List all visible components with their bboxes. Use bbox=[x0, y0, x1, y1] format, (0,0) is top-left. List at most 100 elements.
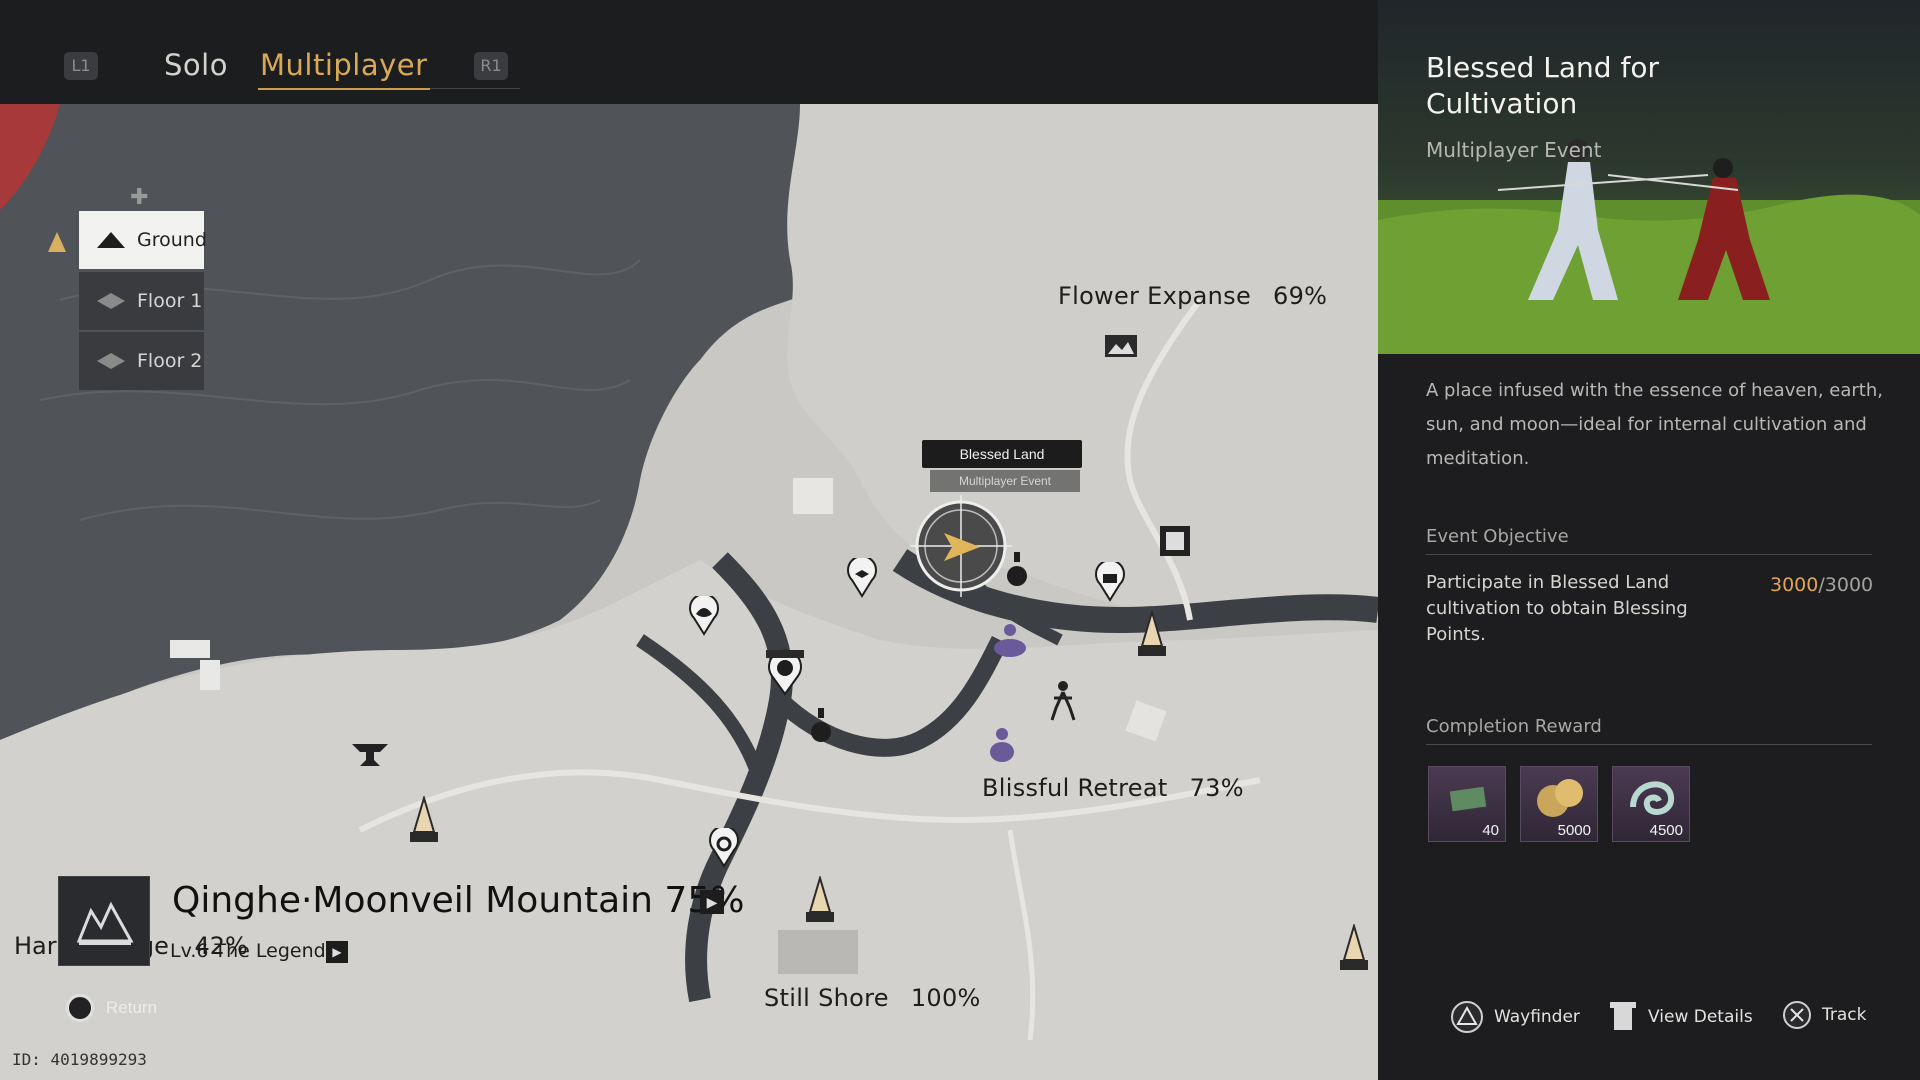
coins-icon bbox=[1537, 779, 1583, 817]
reward-item[interactable]: 5000 bbox=[1520, 766, 1598, 842]
map-scroll-icon bbox=[1449, 786, 1487, 812]
bird-marker[interactable] bbox=[846, 555, 878, 598]
triangle-button-icon bbox=[1451, 1001, 1483, 1033]
reward-quantity: 40 bbox=[1482, 822, 1499, 839]
reward-item[interactable]: 40 bbox=[1428, 766, 1506, 842]
objective-progress-current: 3000 bbox=[1770, 574, 1819, 596]
floor-pointer-icon bbox=[48, 232, 66, 252]
meditating-figure-marker-2[interactable] bbox=[984, 724, 1020, 764]
fighter-marker[interactable] bbox=[1046, 678, 1080, 722]
notice-board-icon bbox=[1160, 526, 1190, 556]
details-icon bbox=[1610, 1002, 1636, 1030]
l1-button-icon[interactable]: L1 bbox=[64, 52, 98, 80]
picture-marker[interactable] bbox=[1104, 334, 1138, 358]
floor-label: Floor 1 bbox=[137, 290, 203, 312]
scroll-board-marker[interactable] bbox=[1156, 520, 1196, 560]
reward-item[interactable]: 4500 bbox=[1612, 766, 1690, 842]
jade-swirl-icon bbox=[1630, 781, 1674, 815]
tab-multiplayer[interactable]: Multiplayer bbox=[260, 48, 428, 82]
action-label: View Details bbox=[1648, 1007, 1753, 1027]
region-percent: 73% bbox=[1189, 774, 1244, 802]
wayfinder-button[interactable]: Wayfinder bbox=[1450, 1000, 1580, 1034]
tab-solo[interactable]: Solo bbox=[164, 48, 228, 82]
reward-heading: Completion Reward bbox=[1426, 716, 1602, 737]
meditating-figure-marker[interactable] bbox=[990, 620, 1030, 660]
vase-marker[interactable] bbox=[810, 706, 832, 746]
current-region-title: Qinghe·Moonveil Mountain 75% bbox=[172, 880, 744, 921]
flask-icon bbox=[1007, 552, 1027, 586]
layer-icon bbox=[95, 291, 127, 311]
waypoint-marker-1[interactable] bbox=[404, 794, 444, 846]
selected-marker-title: Blessed Land bbox=[922, 440, 1082, 468]
vase-icon bbox=[811, 708, 831, 742]
gourd-marker[interactable] bbox=[1006, 550, 1028, 590]
shop-pin-icon bbox=[1095, 559, 1125, 602]
meditation-icon bbox=[990, 728, 1014, 762]
section-divider bbox=[1426, 554, 1872, 555]
fighter-icon bbox=[1050, 681, 1076, 721]
floor-label: Floor 2 bbox=[137, 350, 203, 372]
region-percent: 100% bbox=[910, 984, 981, 1012]
region-label-still-shore: Still Shore 100% bbox=[764, 984, 981, 1012]
player-id: ID: 4019899293 bbox=[12, 1050, 147, 1069]
return-button[interactable]: Return bbox=[66, 994, 157, 1022]
view-details-button[interactable]: View Details bbox=[1608, 1000, 1753, 1034]
dpad-icon: ✚ bbox=[130, 184, 149, 209]
floor-option-ground[interactable]: Ground bbox=[79, 211, 207, 269]
r1-button-icon[interactable]: R1 bbox=[474, 52, 508, 80]
landscape-icon bbox=[1105, 335, 1137, 357]
bird-pin-icon bbox=[847, 555, 877, 598]
region-name: Blissful Retreat bbox=[982, 774, 1168, 802]
action-label: Wayfinder bbox=[1494, 1007, 1580, 1027]
waypoint-shrine-icon bbox=[1340, 922, 1368, 970]
event-title: Blessed Land for Cultivation bbox=[1426, 51, 1659, 120]
waypoint-marker-3[interactable] bbox=[1334, 922, 1374, 974]
objective-progress: 3000/3000 bbox=[1770, 574, 1873, 596]
region-expand-button[interactable]: ▶ bbox=[700, 890, 724, 914]
waypoint-shrine-icon bbox=[806, 874, 834, 922]
event-description: A place infused with the essence of heav… bbox=[1426, 380, 1883, 469]
event-detail-panel: Blessed Land for Cultivation Multiplayer… bbox=[1378, 0, 1920, 1080]
section-divider bbox=[1426, 744, 1872, 745]
waypoint-shrine-icon bbox=[1138, 608, 1166, 656]
waypoint-shrine-icon bbox=[410, 794, 438, 842]
region-name: Qinghe·Moonveil Mountain bbox=[172, 880, 653, 921]
action-label: Track bbox=[1822, 1005, 1867, 1025]
tab-divider bbox=[430, 88, 520, 89]
wayfinder-player-marker[interactable] bbox=[910, 495, 1012, 597]
circle-button-icon bbox=[66, 994, 94, 1022]
compass-ring-icon bbox=[910, 495, 1012, 597]
reward-quantity: 4500 bbox=[1649, 822, 1683, 839]
floor-option-2[interactable]: Floor 2 bbox=[79, 332, 204, 390]
spiral-pin-icon bbox=[709, 825, 739, 868]
region-level: Lv.6 The Legend bbox=[170, 940, 326, 962]
mask-pin-icon bbox=[766, 649, 804, 696]
region-emblem[interactable] bbox=[58, 876, 150, 966]
level-expand-button[interactable]: ▶ bbox=[326, 941, 348, 963]
event-type: Multiplayer Event bbox=[1426, 138, 1602, 162]
mask-marker[interactable] bbox=[762, 648, 808, 696]
region-name: Flower Expanse bbox=[1058, 282, 1252, 310]
spiral-marker[interactable] bbox=[708, 825, 740, 868]
layer-icon bbox=[95, 351, 127, 371]
anvil-marker[interactable] bbox=[350, 740, 390, 768]
lotus-marker[interactable] bbox=[688, 593, 720, 636]
mode-tab-bar: L1 Solo Multiplayer R1 bbox=[0, 0, 1378, 104]
region-label-blissful-retreat: Blissful Retreat 73% bbox=[982, 774, 1244, 802]
region-name: Still Shore bbox=[764, 984, 889, 1012]
anvil-icon bbox=[352, 744, 388, 766]
objective-text: Participate in Blessed Land cultivation … bbox=[1426, 572, 1688, 645]
mountain-layer-icon bbox=[95, 230, 127, 250]
shop-marker[interactable] bbox=[1094, 559, 1126, 602]
region-percent: 69% bbox=[1273, 282, 1328, 310]
floor-label: Ground bbox=[137, 229, 207, 251]
objective-heading: Event Objective bbox=[1426, 526, 1569, 547]
reward-quantity: 5000 bbox=[1557, 822, 1591, 839]
waypoint-marker-4[interactable] bbox=[1132, 608, 1172, 660]
floor-option-1[interactable]: Floor 1 bbox=[79, 272, 204, 330]
return-label: Return bbox=[106, 998, 158, 1017]
waypoint-marker-2[interactable] bbox=[800, 874, 840, 926]
track-button[interactable]: Track bbox=[1782, 1000, 1866, 1030]
meditation-icon bbox=[994, 624, 1026, 657]
active-tab-indicator bbox=[258, 88, 430, 90]
